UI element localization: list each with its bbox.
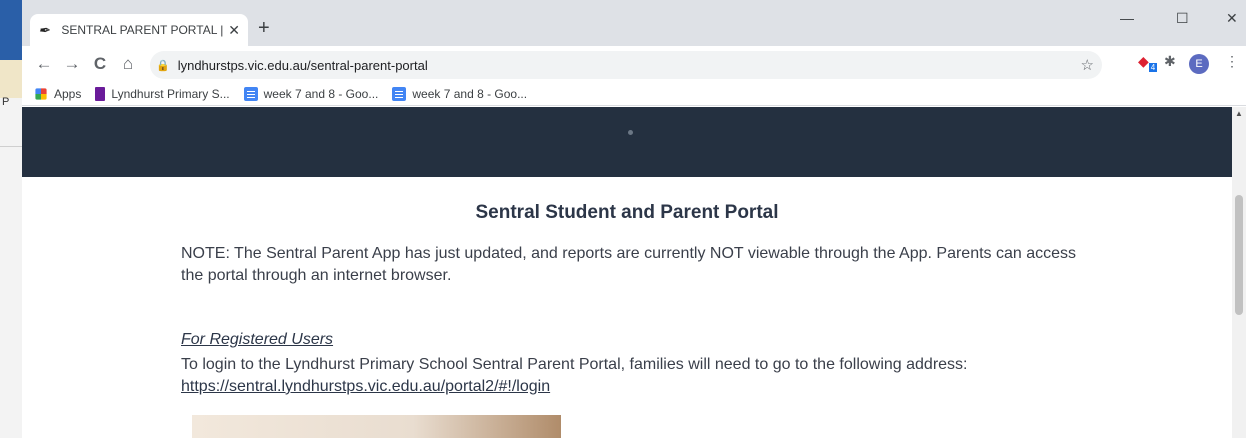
back-button[interactable]: ← (30, 54, 58, 74)
feather-favicon-icon: ✒ (38, 22, 50, 38)
bookmark-label: Lyndhurst Primary S... (111, 86, 230, 101)
bookmark-week-7-8-b[interactable]: week 7 and 8 - Goo... (392, 86, 528, 101)
tab-sentral-parent-portal[interactable]: ✒ SENTRAL PARENT PORTAL | Lyndhurst Prim… (30, 14, 248, 46)
bookmark-label: week 7 and 8 - Goo... (263, 86, 379, 101)
desktop-bar (0, 0, 22, 60)
new-tab-button[interactable]: + (258, 18, 270, 38)
browser-window: ✒ SENTRAL PARENT PORTAL | Lyndhurst Prim… (22, 6, 1246, 438)
notice-text: NOTE: The Sentral Parent App has just up… (181, 245, 1077, 284)
tab-bar: ✒ SENTRAL PARENT PORTAL | Lyndhurst Prim… (22, 6, 1246, 46)
menu-kebab-icon[interactable]: ⋮ (1225, 53, 1239, 70)
desktop-left-strip: P (0, 0, 22, 438)
toolbar: ← → C ⌂ 🔒 lyndhurstps.vic.edu.au/sentral… (22, 46, 1246, 82)
bookmark-label: Apps (54, 86, 82, 101)
google-docs-icon (392, 86, 407, 101)
extension-badge: 4 (1148, 62, 1158, 72)
lock-icon[interactable]: 🔒 (156, 59, 170, 72)
extension-icon[interactable]: ◆ 4 (1138, 53, 1158, 72)
page-content: Sentral Student and Parent Portal NOTE: … (22, 107, 1246, 438)
bookmark-lyndhurst[interactable]: Lyndhurst Primary S... (95, 86, 230, 101)
portal-screenshot-image (192, 415, 561, 438)
divider (0, 146, 22, 147)
home-button[interactable]: ⌂ (114, 54, 142, 74)
registered-users-text: To login to the Lyndhurst Primary School… (181, 354, 1061, 398)
bookmark-star-icon[interactable]: ☆ (1081, 56, 1094, 74)
close-window-button[interactable]: ✕ (1226, 10, 1238, 27)
reload-button[interactable]: C (86, 54, 114, 74)
scroll-up-icon[interactable]: ▲ (1235, 109, 1243, 118)
bookmarks-bar: Apps Lyndhurst Primary S... week 7 and 8… (22, 82, 1246, 106)
extensions-puzzle-icon[interactable]: ✱ (1164, 53, 1176, 70)
profile-avatar[interactable]: E (1189, 54, 1209, 74)
hero-banner (22, 107, 1232, 177)
url-text[interactable]: lyndhurstps.vic.edu.au/sentral-parent-po… (178, 58, 428, 73)
background-window-ribbon (0, 60, 22, 98)
login-instructions: To login to the Lyndhurst Primary School… (181, 356, 968, 373)
page-scrollbar[interactable]: ▲ (1232, 107, 1246, 438)
bookmark-label: week 7 and 8 - Goo... (412, 86, 528, 101)
maximize-button[interactable]: ☐ (1176, 10, 1189, 27)
onenote-icon (95, 86, 106, 101)
address-bar[interactable]: 🔒 lyndhurstps.vic.edu.au/sentral-parent-… (150, 51, 1102, 79)
portal-login-link[interactable]: https://sentral.lyndhurstps.vic.edu.au/p… (181, 378, 550, 395)
registered-users-heading: For Registered Users (181, 331, 334, 348)
bookmark-week-7-8-a[interactable]: week 7 and 8 - Goo... (243, 86, 379, 101)
apps-grid-icon (35, 87, 47, 100)
scrollbar-thumb[interactable] (1235, 195, 1243, 315)
page-title: Sentral Student and Parent Portal (475, 202, 779, 223)
minimize-button[interactable]: — (1120, 10, 1134, 26)
side-letter: P (2, 96, 10, 108)
carousel-dot[interactable] (628, 130, 633, 135)
google-docs-icon (243, 86, 258, 101)
forward-button[interactable]: → (58, 54, 86, 74)
close-tab-icon[interactable]: ✕ (228, 22, 240, 39)
tab-title: SENTRAL PARENT PORTAL | Lyndhurst Primar… (61, 23, 224, 37)
bookmark-apps[interactable]: Apps (34, 87, 81, 101)
